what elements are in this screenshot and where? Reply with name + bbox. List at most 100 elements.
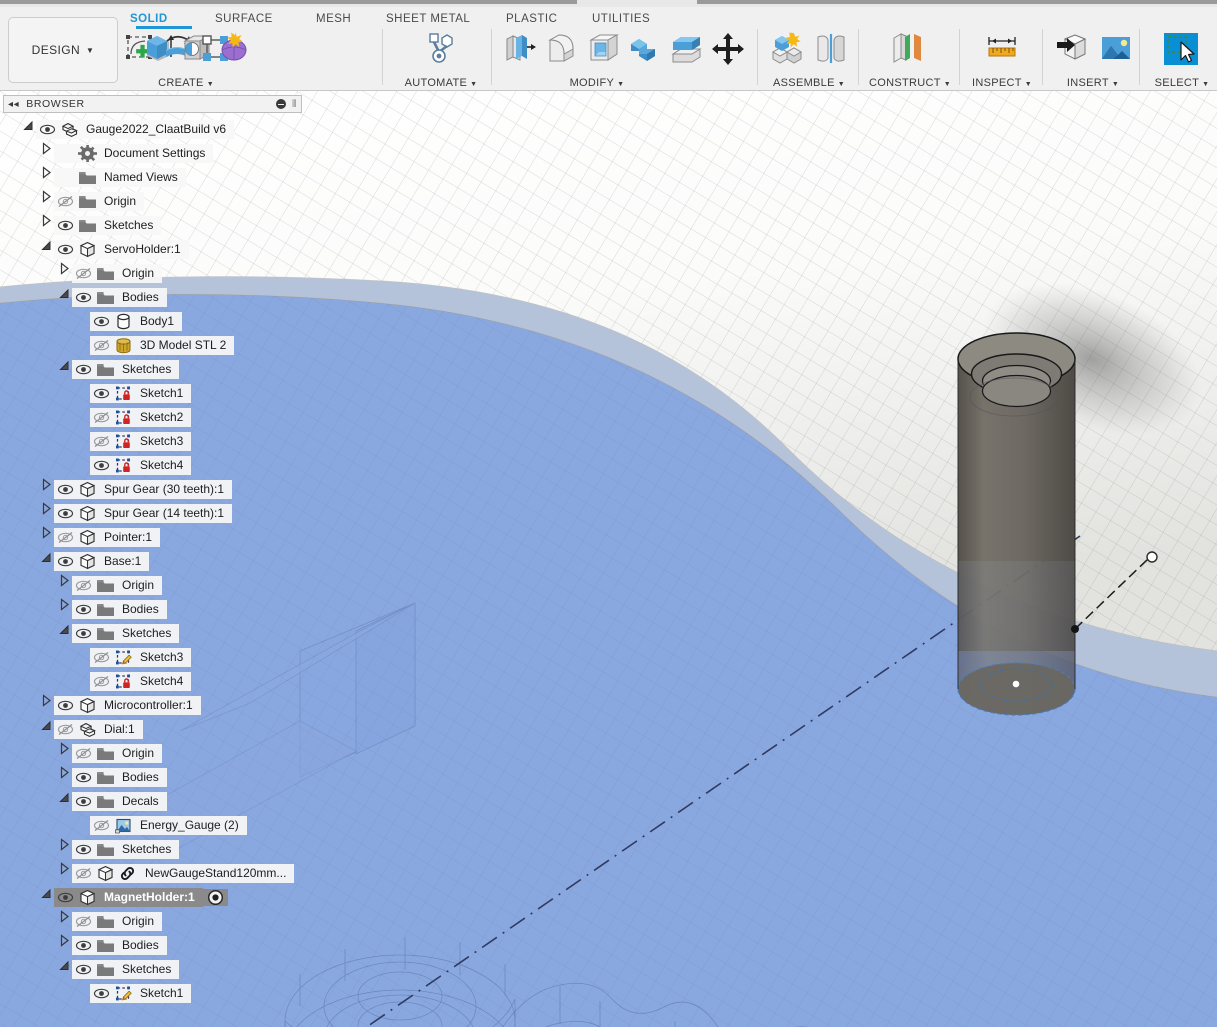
eye-hidden-icon[interactable]	[93, 673, 110, 690]
eye-hidden-icon[interactable]	[75, 577, 92, 594]
decal-icon[interactable]	[1096, 29, 1136, 71]
tree-row-pill[interactable]: Sketch1	[90, 383, 192, 403]
activated-component-icon[interactable]	[202, 888, 228, 906]
panel-insert-label[interactable]: INSERT ▼	[1049, 77, 1137, 89]
offset-face-icon[interactable]	[668, 29, 706, 71]
tree-row-sketches[interactable]: Sketches	[3, 957, 302, 981]
panel-assemble-label[interactable]: ASSEMBLE ▼	[764, 77, 854, 89]
tree-row-newgaugestand120mm[interactable]: NewGaugeStand120mm...	[3, 861, 302, 885]
tree-row-origin[interactable]: Origin	[3, 573, 302, 597]
chevron-collapsed-icon[interactable]	[57, 909, 72, 933]
eye-visible-icon[interactable]	[75, 361, 92, 378]
tree-row-gauge2022-claatbuild-v6[interactable]: Gauge2022_ClaatBuild v6	[3, 117, 302, 141]
eye-visible-icon[interactable]	[75, 937, 92, 954]
chevron-collapsed-icon[interactable]	[57, 861, 72, 885]
chevron-collapsed-icon[interactable]	[57, 741, 72, 765]
eye-hidden-icon[interactable]	[75, 265, 92, 282]
tab-utilities[interactable]: UTILITIES	[592, 13, 650, 25]
tree-row-pill[interactable]: Base:1	[54, 551, 150, 571]
eye-visible-icon[interactable]	[57, 697, 74, 714]
eye-hidden-icon[interactable]	[75, 745, 92, 762]
shell-icon[interactable]	[585, 29, 623, 71]
mirror-component-icon[interactable]	[811, 29, 851, 71]
minus-circle-icon[interactable]	[276, 99, 286, 109]
tree-row-sketches[interactable]: Sketches	[3, 837, 302, 861]
tree-row-pill[interactable]: Sketch1	[90, 983, 192, 1003]
tree-row-origin[interactable]: Origin	[3, 261, 302, 285]
tree-row-spur-gear-30-teeth-1[interactable]: Spur Gear (30 teeth):1	[3, 477, 302, 501]
tree-row-pill[interactable]: Pointer:1	[54, 527, 161, 547]
tree-row-pill[interactable]: Gauge2022_ClaatBuild v6	[36, 119, 235, 139]
eye-hidden-icon[interactable]	[93, 817, 110, 834]
tree-row-pill[interactable]: Spur Gear (30 teeth):1	[54, 479, 233, 499]
chevron-collapsed-icon[interactable]	[57, 597, 72, 621]
form-icon[interactable]	[221, 29, 247, 71]
chevron-collapsed-icon[interactable]	[39, 501, 54, 525]
tree-row-pill[interactable]: Sketch3	[90, 647, 192, 667]
tree-row-3d-model-stl-2[interactable]: 3D Model STL 2	[3, 333, 302, 357]
fillet-icon[interactable]	[543, 29, 581, 71]
tree-row-pill[interactable]: Origin	[54, 191, 145, 211]
eye-visible-icon[interactable]	[57, 505, 74, 522]
eye-visible-icon[interactable]	[75, 625, 92, 642]
offset-plane-icon[interactable]	[888, 29, 928, 71]
panel-modify-label[interactable]: MODIFY ▼	[472, 77, 722, 89]
tree-row-energy-gauge-2[interactable]: Energy_Gauge (2)	[3, 813, 302, 837]
tree-row-pill[interactable]: NewGaugeStand120mm...	[72, 863, 295, 883]
chevron-expanded-icon[interactable]	[39, 237, 54, 261]
tree-row-base-1[interactable]: Base:1	[3, 549, 302, 573]
panel-construct-label[interactable]: CONSTRUCT ▼	[865, 77, 955, 89]
chevron-collapsed-icon[interactable]	[57, 261, 72, 285]
chevron-collapsed-icon[interactable]	[57, 837, 72, 861]
tree-row-pill[interactable]: 3D Model STL 2	[90, 335, 235, 355]
automate-icon[interactable]	[419, 29, 459, 71]
measure-icon[interactable]	[982, 29, 1022, 71]
tree-row-bodies[interactable]: Bodies	[3, 933, 302, 957]
eye-visible-icon[interactable]	[93, 385, 110, 402]
chevron-expanded-icon[interactable]	[21, 117, 36, 141]
tree-row-bodies[interactable]: Bodies	[3, 765, 302, 789]
eye-visible-icon[interactable]	[75, 289, 92, 306]
chevron-collapsed-icon[interactable]	[39, 165, 54, 189]
tree-row-pill[interactable]: Origin	[72, 263, 163, 283]
tree-row-pill[interactable]: Origin	[72, 575, 163, 595]
tree-row-pill[interactable]: Named Views	[54, 167, 186, 187]
eye-visible-icon[interactable]	[75, 769, 92, 786]
chevron-collapsed-icon[interactable]	[57, 765, 72, 789]
chevron-expanded-icon[interactable]	[39, 549, 54, 573]
tree-row-pill[interactable]: Energy_Gauge (2)	[90, 815, 247, 835]
tab-surface[interactable]: SURFACE	[215, 13, 273, 25]
eye-visible-icon[interactable]	[93, 985, 110, 1002]
eye-visible-icon[interactable]	[75, 961, 92, 978]
chevron-collapsed-icon[interactable]	[39, 525, 54, 549]
tree-row-dial-1[interactable]: Dial:1	[3, 717, 302, 741]
tab-mesh[interactable]: MESH	[316, 13, 351, 25]
eye-hidden-icon[interactable]	[93, 409, 110, 426]
tab-plastic[interactable]: PLASTIC	[506, 13, 557, 25]
chevron-collapsed-icon[interactable]	[39, 477, 54, 501]
tree-row-pointer-1[interactable]: Pointer:1	[3, 525, 302, 549]
tree-row-origin[interactable]: Origin	[3, 189, 302, 213]
tree-row-pill[interactable]: ServoHolder:1	[54, 239, 189, 259]
tree-row-sketches[interactable]: Sketches	[3, 621, 302, 645]
select-window-icon[interactable]	[1161, 29, 1201, 71]
eye-visible-icon[interactable]	[93, 313, 110, 330]
tree-row-microcontroller-1[interactable]: Microcontroller:1	[3, 693, 302, 717]
eye-visible-icon[interactable]	[57, 217, 74, 234]
eye-visible-icon[interactable]	[75, 601, 92, 618]
resize-grip-icon[interactable]: ⦀	[292, 99, 297, 110]
chevron-collapsed-icon[interactable]	[39, 213, 54, 237]
tree-row-pill[interactable]: Spur Gear (14 teeth):1	[54, 503, 233, 523]
tree-row-pill[interactable]: Sketch4	[90, 671, 192, 691]
eye-visible-icon[interactable]	[39, 121, 56, 138]
chevron-expanded-icon[interactable]	[39, 885, 54, 909]
chevron-collapsed-icon[interactable]	[39, 189, 54, 213]
panel-create-label[interactable]: CREATE ▼	[130, 77, 242, 89]
tree-row-pill[interactable]: Bodies	[72, 767, 167, 787]
tree-row-pill[interactable]: Sketch4	[90, 455, 192, 475]
tree-row-pill[interactable]: Sketches	[72, 839, 180, 859]
tree-row-bodies[interactable]: Bodies	[3, 597, 302, 621]
eye-hidden-icon[interactable]	[93, 337, 110, 354]
eye-hidden-icon[interactable]	[57, 529, 74, 546]
tree-row-pill[interactable]: Document Settings	[54, 143, 214, 163]
